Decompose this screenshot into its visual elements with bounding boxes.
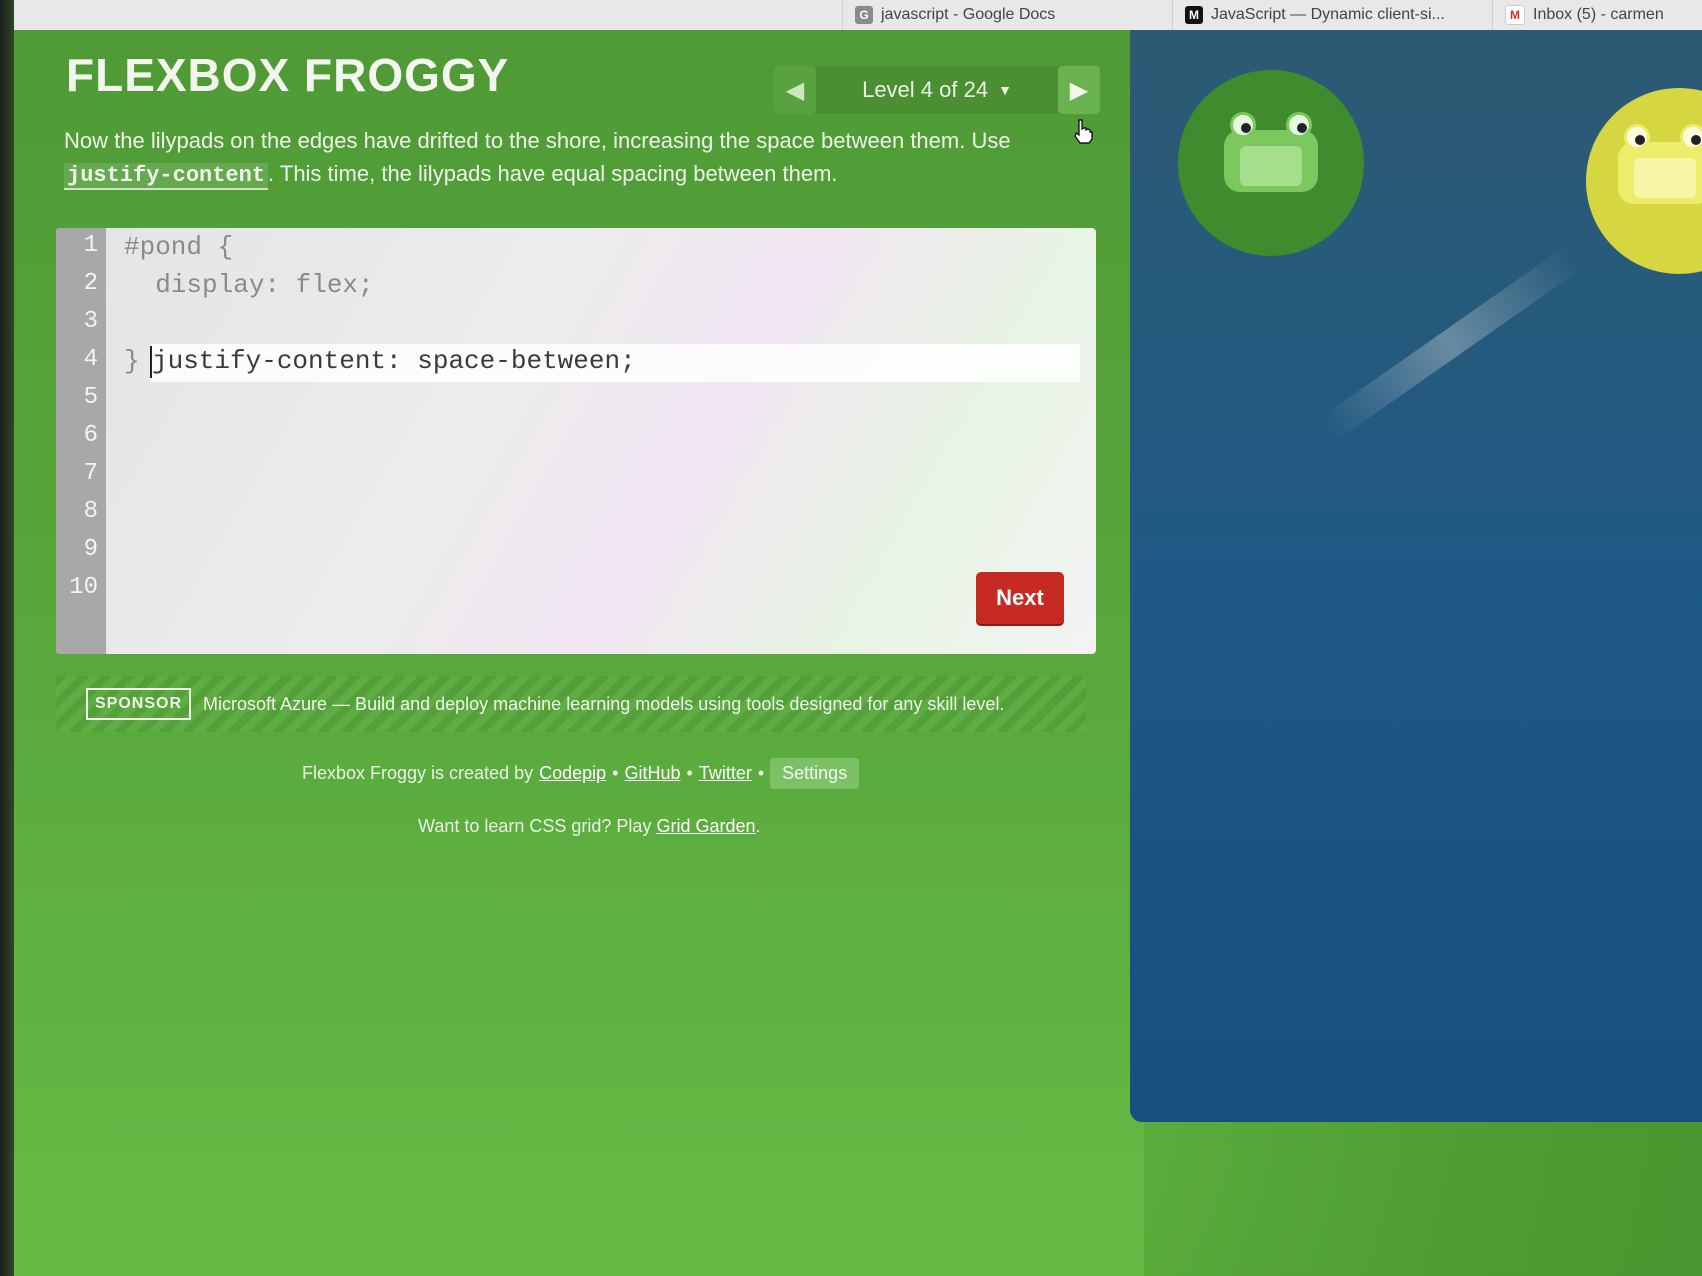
line-number: 8 <box>83 498 98 525</box>
level-label: Level 4 of 24 <box>862 77 989 102</box>
code-line-2: display: flex; <box>124 270 374 300</box>
caret-down-icon: ▼ <box>998 82 1012 98</box>
previous-level-button[interactable]: ◀ <box>774 66 816 114</box>
sponsor-badge: SPONSOR <box>86 688 192 720</box>
level-navigation: ◀ Level 4 of 24 ▼ ▶ <box>774 66 1100 114</box>
footer-separator: • <box>757 763 765 783</box>
frog-pupil <box>1691 135 1701 145</box>
sponsor-banner[interactable]: SPONSOR Microsoft Azure — Build and depl… <box>56 676 1086 732</box>
tab-mdn[interactable]: M JavaScript — Dynamic client-si... <box>1172 0 1517 30</box>
tab-google-docs[interactable]: G javascript - Google Docs <box>842 0 1197 30</box>
footer-separator: • <box>612 763 619 783</box>
frog-pupil <box>1241 123 1251 133</box>
instructions-code-keyword: justify-content <box>64 163 269 190</box>
line-number: 10 <box>69 574 98 601</box>
grid-garden-promo: Want to learn CSS grid? Play Grid Garden… <box>418 816 761 837</box>
css-editor: 1 2 3 4 5 6 7 8 9 10 #pond { display: fl… <box>56 228 1096 654</box>
code-line-4: } <box>124 346 140 376</box>
grid-garden-prompt: Want to learn CSS grid? Play <box>418 816 652 836</box>
instructions-text: Now the lilypads on the edges have drift… <box>64 124 1054 192</box>
frog-pupil <box>1635 135 1645 145</box>
green-frog <box>1216 112 1326 192</box>
line-number: 6 <box>83 422 98 449</box>
grid-garden-link[interactable]: Grid Garden <box>656 816 755 836</box>
line-number: 4 <box>83 346 98 373</box>
twitter-link[interactable]: Twitter <box>699 763 752 784</box>
github-link[interactable]: GitHub <box>624 763 680 784</box>
codepip-link[interactable]: Codepip <box>539 763 606 784</box>
gmail-icon: M <box>1505 5 1525 25</box>
sponsor-text[interactable]: Microsoft Azure — Build and deploy machi… <box>203 694 1004 715</box>
frog-eye <box>1230 112 1256 138</box>
frog-eye <box>1680 124 1702 150</box>
yellow-frog <box>1610 124 1702 204</box>
code-line-1: #pond { <box>124 232 234 262</box>
footer-credits: Flexbox Froggy is created by Codepip • G… <box>302 758 860 789</box>
settings-button[interactable]: Settings <box>770 758 860 789</box>
line-number: 7 <box>83 460 98 487</box>
mdn-icon: M <box>1185 6 1203 24</box>
css-input-value[interactable]: justify-content: space-between; <box>152 346 636 376</box>
frog-eye <box>1624 124 1650 150</box>
hand-cursor-icon <box>1074 119 1093 144</box>
google-docs-icon: G <box>855 6 873 24</box>
frog-belly <box>1240 146 1302 186</box>
instructions-part1: Now the lilypads on the edges have drift… <box>64 128 1011 153</box>
tab-label: javascript - Google Docs <box>881 6 1056 23</box>
triangle-left-icon: ◀ <box>785 76 805 104</box>
line-number: 2 <box>83 270 98 297</box>
line-number: 3 <box>83 308 98 335</box>
instructions-part2: . This time, the lilypads have equal spa… <box>268 161 838 186</box>
tab-gmail[interactable]: M Inbox (5) - carmen <box>1492 0 1702 30</box>
footer-separator: • <box>686 763 693 783</box>
level-indicator[interactable]: Level 4 of 24 ▼ <box>816 66 1058 114</box>
line-number-gutter: 1 2 3 4 5 6 7 8 9 10 <box>56 228 106 654</box>
browser-tab-bar: G javascript - Google Docs M JavaScript … <box>0 0 1702 31</box>
frog-belly <box>1634 158 1696 198</box>
tab-label: JavaScript — Dynamic client-si... <box>1211 6 1445 23</box>
frog-pupil <box>1297 123 1307 133</box>
line-number: 9 <box>83 536 98 563</box>
next-level-button[interactable]: ▶ <box>1058 66 1100 114</box>
line-number: 1 <box>83 232 98 259</box>
next-button[interactable]: Next <box>976 572 1064 624</box>
triangle-right-icon: ▶ <box>1069 76 1089 104</box>
footer-created-by: Flexbox Froggy is created by <box>302 763 534 783</box>
frog-eye <box>1286 112 1312 138</box>
text-caret <box>150 346 152 378</box>
tab-label: Inbox (5) - carmen <box>1533 6 1664 23</box>
page-title: FLEXBOX FROGGY <box>66 49 510 101</box>
screen-bezel <box>0 0 14 1276</box>
line-number: 5 <box>83 384 98 411</box>
grid-garden-period: . <box>755 816 761 836</box>
